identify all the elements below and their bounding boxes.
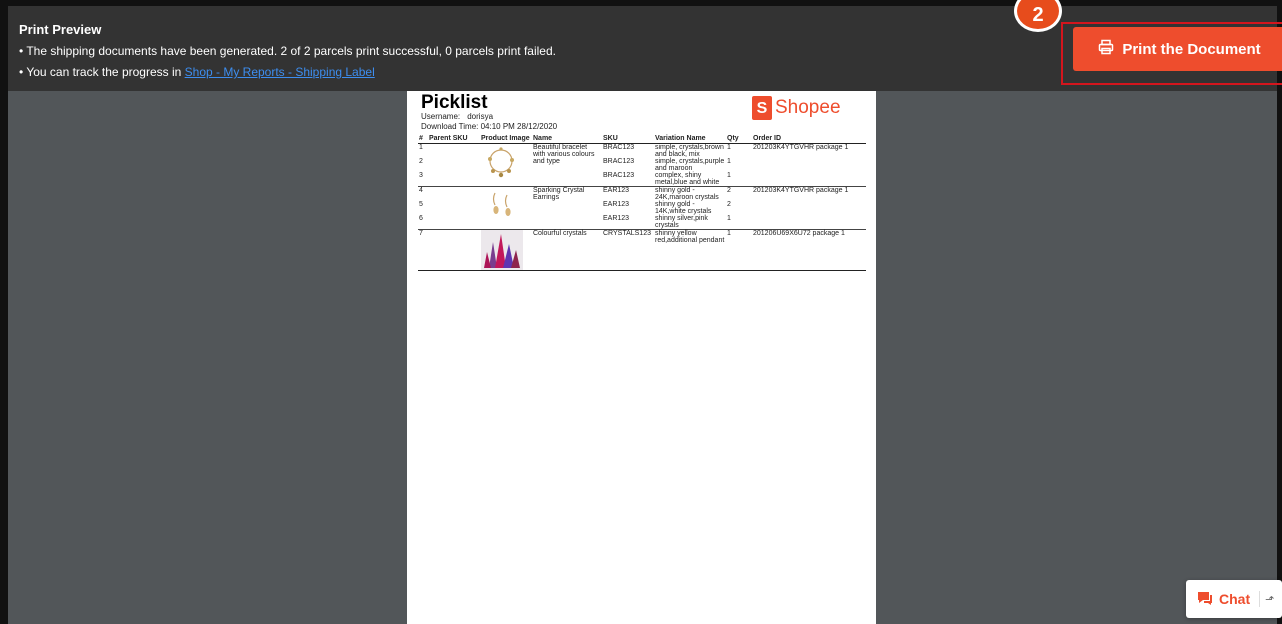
- table-header-row: # Parent SKU Product Image Name SKU Vari…: [418, 135, 866, 144]
- column-header: Order ID: [752, 135, 866, 144]
- window-border-right: [1277, 0, 1282, 624]
- chat-label: Chat: [1219, 591, 1251, 607]
- table-row: 7 Colourful crystals CRYSTALS123 shinny …: [418, 229, 866, 271]
- document-title: Picklist: [421, 92, 488, 113]
- bracelet-image: [488, 147, 514, 178]
- column-header: Variation Name: [654, 135, 726, 144]
- cell-num: 1: [419, 144, 423, 151]
- cell-parent-sku: [428, 186, 480, 201]
- earrings-image: [492, 192, 511, 216]
- cell-sku: BRAC123: [603, 158, 635, 165]
- cell-product-image: [480, 186, 532, 230]
- shopee-bag-icon: S: [752, 96, 772, 120]
- cell-num: 2: [419, 158, 423, 165]
- cell-parent-sku: [428, 229, 480, 271]
- username-value: dorisya: [467, 112, 494, 121]
- picklist-document: Picklist Username: dorisya Download Time…: [407, 91, 876, 624]
- print-preview-header: Print Preview • The shipping documents h…: [8, 0, 1282, 91]
- cell-sku: EAR123: [602, 186, 654, 201]
- progress-message-text: • You can track the progress in: [19, 65, 185, 79]
- username-label: Username:: [421, 112, 461, 121]
- cell-num: 5: [419, 201, 423, 208]
- cell-name: Beautiful bracelet with various colours …: [533, 144, 595, 165]
- column-header: SKU: [602, 135, 654, 144]
- column-header: Product Image: [480, 135, 532, 144]
- document-meta: Username: dorisya Download Time: 04:10 P…: [421, 112, 557, 132]
- status-message: • The shipping documents have been gener…: [19, 44, 556, 58]
- cell-parent-sku: [428, 144, 480, 159]
- crystals-image: [481, 230, 523, 270]
- cell-sku: BRAC123: [603, 172, 635, 179]
- column-header: Qty: [726, 135, 752, 144]
- download-time-value: 04:10 PM 28/12/2020: [480, 122, 558, 131]
- column-header: #: [418, 135, 428, 144]
- cell-order-id: 201203K4YTGVHR package 1: [752, 186, 866, 230]
- picklist-table: # Parent SKU Product Image Name SKU Vari…: [418, 135, 866, 271]
- print-document-button[interactable]: Print the Document: [1073, 27, 1282, 71]
- cell-parent-sku: [428, 201, 480, 215]
- cell-num: 4: [418, 186, 428, 201]
- top-edge: [8, 0, 1277, 6]
- shipping-label-report-link[interactable]: Shop - My Reports - Shipping Label: [185, 65, 375, 79]
- cell-qty: 1: [727, 144, 731, 151]
- cell-name: Sparking Crystal Earrings: [532, 186, 602, 230]
- cell-sku: EAR123: [603, 215, 630, 222]
- printer-icon: [1098, 39, 1114, 59]
- window-border-left: [0, 0, 8, 624]
- table-row: 1 Beautiful bracelet with various colour…: [418, 144, 866, 178]
- cell-order-id: 201206U69X6U72 package 1: [752, 229, 866, 271]
- page-title: Print Preview: [19, 22, 102, 37]
- cell-qty: 2: [727, 201, 731, 208]
- step-badge: 2: [1014, 0, 1062, 32]
- cell-num: 3: [419, 172, 423, 179]
- cell-sku: CRYSTALS123: [602, 229, 654, 271]
- cell-qty: 1: [727, 215, 731, 222]
- column-header: Parent SKU: [428, 135, 480, 144]
- cell-variation: shinny yellow red,additional pendant: [654, 229, 726, 271]
- expand-icon[interactable]: ⬏: [1265, 593, 1274, 606]
- cell-variation: simple, crystals,brown and black, mix: [655, 144, 724, 158]
- cell-num: 7: [418, 229, 428, 271]
- cell-product-image: [480, 229, 532, 271]
- cell-parent-sku: [428, 215, 480, 230]
- cell-variation: shinny gold - 14K,white crystals: [655, 201, 712, 215]
- cell-parent-sku: [428, 158, 480, 172]
- cell-variation: simple, crystals,purple and maroon: [655, 158, 725, 172]
- cell-qty: 1: [727, 172, 731, 179]
- shopee-wordmark: Shopee: [775, 97, 841, 118]
- cell-qty: 1: [726, 229, 752, 271]
- chat-icon: [1196, 590, 1214, 609]
- shopee-logo: S Shopee: [752, 96, 841, 120]
- cell-product-image: [480, 144, 532, 187]
- cell-variation: shinny gold - 24K,maroon crystals: [654, 186, 726, 201]
- cell-num: 6: [419, 215, 423, 222]
- cell-order-id: 201203K4YTGVHR package 1: [753, 144, 849, 151]
- cell-variation: complex, shiny metal,blue and white: [655, 172, 720, 186]
- cell-sku: EAR123: [603, 201, 630, 208]
- chat-divider: [1259, 591, 1261, 607]
- cell-variation: shinny silver,pink crystals: [655, 215, 708, 229]
- chat-widget[interactable]: Chat ⬏: [1186, 580, 1282, 618]
- download-time-label: Download Time:: [421, 122, 479, 131]
- progress-message: • You can track the progress in Shop - M…: [19, 65, 375, 79]
- cell-name: Colourful crystals: [532, 229, 602, 271]
- table-row: 4 Sparking Crystal Earrings EAR123 shinn…: [418, 186, 866, 230]
- column-header: Name: [532, 135, 602, 144]
- cell-sku: BRAC123: [603, 144, 635, 151]
- cell-qty: 2: [726, 186, 752, 201]
- cell-parent-sku: [428, 172, 480, 187]
- print-document-label: Print the Document: [1122, 40, 1261, 58]
- cell-qty: 1: [727, 158, 731, 165]
